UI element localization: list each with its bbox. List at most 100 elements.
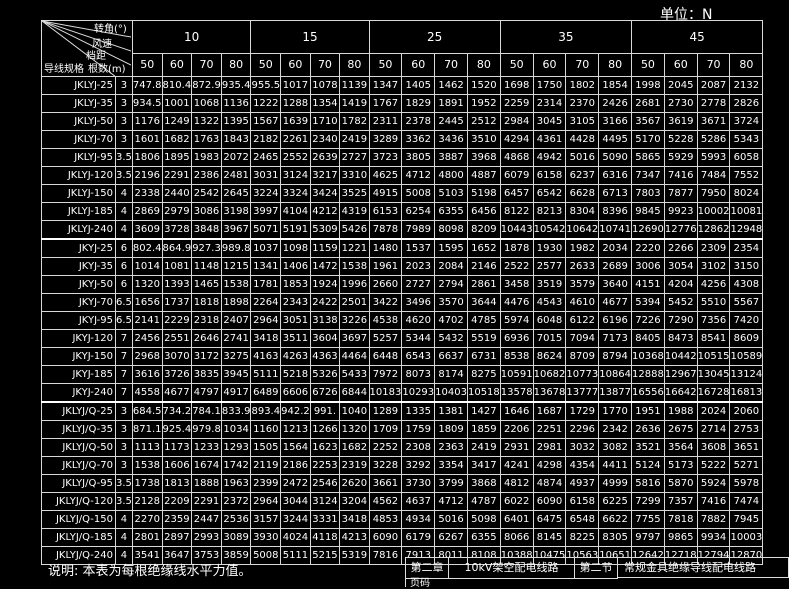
force-value: 4558 [131, 383, 163, 403]
force-value: 1809 [434, 420, 468, 439]
force-value: 5326 [309, 365, 341, 384]
force-value: 3226 [339, 311, 370, 330]
conductor-model: JKYJ-70 [41, 293, 116, 312]
angle-header: 45 [631, 20, 764, 54]
force-value: 6058 [729, 148, 764, 167]
force-value: 3054 [663, 257, 698, 276]
force-value: 1347 [368, 76, 403, 95]
force-value: 4476 [499, 293, 534, 312]
force-value: 3324 [280, 184, 311, 203]
force-value: 2378 [401, 112, 436, 131]
force-value: 1770 [598, 401, 633, 421]
force-value: 2660 [368, 275, 403, 294]
force-value: 5016 [434, 510, 468, 529]
force-value: 935.4 [220, 76, 252, 95]
force-value: 7015 [532, 329, 567, 348]
force-value: 6457 [499, 184, 534, 203]
force-value: 1567 [250, 112, 282, 131]
force-value: 4428 [565, 130, 600, 149]
conductor-model: JKLYJ/Q-150 [41, 510, 116, 529]
force-value: 2826 [729, 94, 764, 113]
force-value: 3930 [250, 528, 282, 547]
force-value: 3217 [309, 166, 341, 185]
force-value: 8305 [598, 528, 633, 547]
force-value: 1595 [434, 238, 468, 258]
force-value: 10518 [466, 383, 501, 403]
force-value: 1859 [466, 420, 501, 439]
force-value: 1854 [598, 76, 633, 95]
force-value: 9845 [631, 202, 665, 221]
force-value: 2861 [466, 275, 501, 294]
force-value: 1098 [280, 238, 311, 258]
force-value: 1419 [339, 94, 370, 113]
table-row: JKYJ-70 6.5 1656 1737 1818 1898 2264 2343 2422 25… [41, 293, 764, 312]
force-value: 2309 [696, 238, 731, 258]
force-value: 2801 [131, 528, 163, 547]
force-value: 3564 [663, 438, 698, 457]
conductor-model: JKYJ-240 [41, 383, 116, 403]
speed-header: 80 [466, 53, 501, 77]
force-value: 3362 [401, 130, 436, 149]
force-value: 7950 [696, 184, 731, 203]
force-value: 2132 [729, 76, 764, 95]
force-value: 3204 [339, 492, 370, 511]
force-value: 4464 [339, 347, 370, 366]
table-corner-header: 转角(°) 风速 档距 导线规格 根数(m) [41, 20, 133, 77]
force-value: 5452 [663, 293, 698, 312]
table-row: JKLYJ-150 4 2338 2440 2542 2645 3224 3324 3424 35… [41, 184, 764, 203]
speed-header: 50 [499, 53, 534, 77]
force-value: 3609 [131, 220, 163, 240]
force-value: 5228 [663, 130, 698, 149]
speed-header: 60 [401, 53, 436, 77]
force-value: 3031 [250, 166, 282, 185]
force-value: 7299 [631, 492, 665, 511]
force-value: 1078 [309, 76, 341, 95]
force-value: 6355 [466, 528, 501, 547]
angle-header: 10 [131, 20, 252, 54]
speed-header: 50 [631, 53, 665, 77]
force-value: 5008 [250, 546, 282, 565]
speed-header: 70 [191, 53, 222, 77]
conductor-model: JKLYJ/Q-35 [41, 420, 116, 439]
force-value: 3172 [191, 347, 222, 366]
speed-header: 50 [250, 53, 282, 77]
force-value: 10591 [499, 365, 534, 384]
force-value: 4917 [220, 383, 252, 403]
force-value: 7816 [368, 546, 403, 565]
force-value: 1878 [499, 238, 534, 258]
force-value: 1782 [339, 112, 370, 131]
force-value: 1139 [339, 76, 370, 95]
force-value: 2060 [729, 401, 764, 421]
force-value: 6936 [499, 329, 534, 348]
force-value: 1017 [280, 76, 311, 95]
force-value: 6548 [565, 510, 600, 529]
force-value: 1710 [309, 112, 341, 131]
force-value: 5309 [309, 220, 341, 240]
force-value: 3417 [466, 456, 501, 475]
force-value: 8122 [499, 202, 534, 221]
speed-header: 70 [309, 53, 341, 77]
force-value: 1639 [280, 112, 311, 131]
force-value: 3604 [309, 329, 341, 348]
force-value: 864.9 [161, 238, 193, 258]
force-value: 1173 [161, 438, 193, 457]
force-value: 5426 [339, 220, 370, 240]
force-value: 2542 [191, 184, 222, 203]
force-value: 2675 [663, 420, 698, 439]
conductor-model: JKLYJ/Q-70 [41, 456, 116, 475]
force-value: 16813 [729, 383, 764, 403]
force-value: 4853 [368, 510, 403, 529]
force-value: 1538 [339, 257, 370, 276]
force-value: 1763 [191, 130, 222, 149]
corner-label-span: 档距 [86, 51, 106, 62]
force-value: 5870 [663, 474, 698, 493]
speed-header: 50 [131, 53, 163, 77]
force-value: 2023 [401, 257, 436, 276]
force-value: 6475 [532, 510, 567, 529]
speed-header: 80 [729, 53, 764, 77]
force-value: 7416 [696, 492, 731, 511]
force-value: 2220 [631, 238, 665, 258]
table-row: JKLYJ/Q-185 4 2801 2897 2993 3089 3930 4024 4118… [41, 528, 764, 547]
force-value: 1781 [250, 275, 282, 294]
force-value: 2465 [250, 148, 282, 167]
